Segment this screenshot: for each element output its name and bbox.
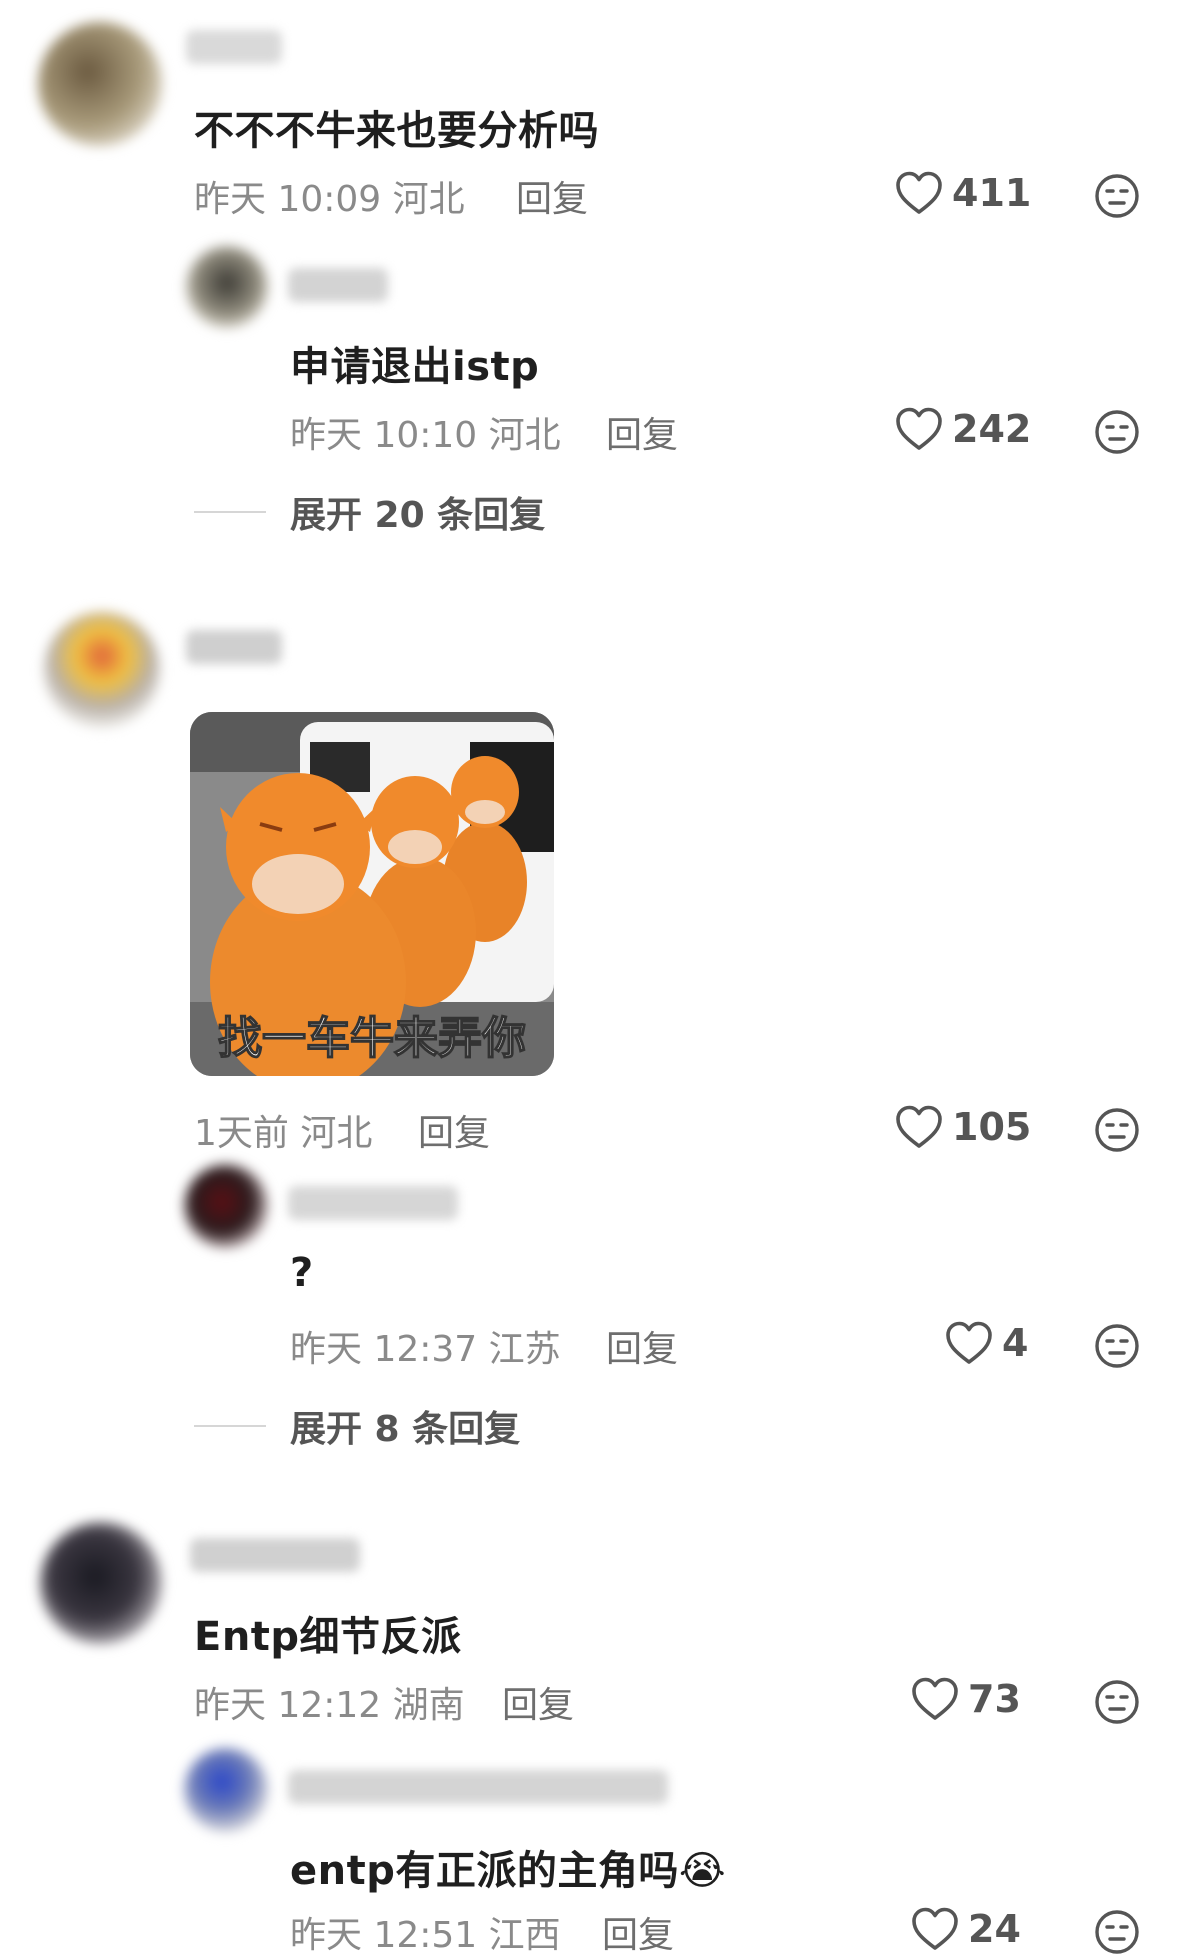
like-count: 4 (1002, 1321, 1029, 1365)
heart-outline-icon (912, 1677, 958, 1720)
expand-replies-button[interactable]: 展开 8 条回复 (194, 1400, 520, 1452)
avatar[interactable] (38, 22, 162, 146)
comment-text: 不不不牛来也要分析吗 (194, 108, 599, 154)
expand-replies-label: 展开 20 条回复 (290, 495, 546, 536)
like-count: 242 (952, 407, 1032, 451)
reply-text: entp有正派的主角吗😭 (290, 1838, 726, 1896)
like-count: 73 (968, 1677, 1021, 1721)
heart-outline-icon (896, 407, 942, 450)
meh-face-icon[interactable] (1093, 1106, 1141, 1154)
reply-button[interactable]: 回复 (516, 170, 588, 222)
sticker-image[interactable]: 找一车牛来弄你 (190, 712, 554, 1076)
reply-time: 昨天 12:51 (290, 1915, 478, 1956)
like-button[interactable]: 411 (894, 170, 1031, 216)
meh-face-icon[interactable] (1093, 1678, 1141, 1726)
like-count: 411 (952, 171, 1032, 215)
meh-face-icon[interactable] (1093, 1322, 1141, 1370)
reply-time: 昨天 12:37 (290, 1329, 478, 1370)
username[interactable] (186, 30, 282, 64)
meh-face-icon[interactable] (1093, 408, 1141, 456)
expand-replies-button[interactable]: 展开 20 条回复 (194, 486, 545, 538)
heart-outline-icon (912, 1907, 958, 1950)
comment-time: 昨天 10:09 (194, 179, 382, 220)
like-button[interactable]: 105 (894, 1104, 1031, 1150)
avatar[interactable] (184, 1164, 268, 1248)
divider (194, 511, 266, 513)
crying-emoji-icon: 😭 (678, 1848, 727, 1894)
comment-meta: 昨天 10:09 河北 (194, 170, 465, 222)
comment-text: Entp细节反派 (194, 1614, 462, 1660)
like-button[interactable]: 242 (894, 406, 1031, 452)
like-button[interactable]: 4 (944, 1320, 1028, 1366)
comment-meta: 昨天 12:12 湖南 (194, 1676, 465, 1728)
reply-time: 昨天 10:10 (290, 415, 478, 456)
reply-button[interactable]: 回复 (606, 1320, 678, 1372)
reply-meta: 昨天 12:51 江西 (290, 1906, 561, 1958)
reply-text: ? (290, 1250, 314, 1296)
comment-time: 昨天 12:12 (194, 1685, 382, 1726)
reply-meta: 昨天 12:37 江苏 (290, 1320, 561, 1372)
heart-outline-icon (896, 171, 942, 214)
comment-location: 湖南 (392, 1685, 465, 1726)
username[interactable] (186, 630, 282, 664)
heart-outline-icon (946, 1321, 992, 1364)
reply-location: 江苏 (488, 1329, 561, 1370)
reply-button[interactable]: 回复 (602, 1906, 674, 1958)
reply-button[interactable]: 回复 (606, 406, 678, 458)
expand-replies-label: 展开 8 条回复 (290, 1409, 521, 1450)
like-button[interactable]: 73 (910, 1676, 1021, 1722)
avatar[interactable] (44, 612, 160, 728)
username[interactable] (288, 1186, 458, 1220)
avatar[interactable] (184, 1748, 268, 1832)
reply-location: 江西 (488, 1915, 561, 1956)
reply-text-content: entp有正派的主角吗 (290, 1848, 679, 1894)
username[interactable] (288, 1770, 668, 1804)
reply-meta: 昨天 10:10 河北 (290, 406, 561, 458)
comment-meta: 1天前 河北 (194, 1104, 372, 1156)
meh-face-icon[interactable] (1093, 172, 1141, 220)
comment-location: 河北 (392, 179, 465, 220)
reply-text: 申请退出istp (290, 344, 540, 390)
like-count: 105 (952, 1105, 1032, 1149)
reply-button[interactable]: 回复 (502, 1676, 574, 1728)
divider (194, 1425, 266, 1427)
like-count: 24 (968, 1907, 1021, 1951)
avatar[interactable] (186, 246, 268, 328)
reply-button[interactable]: 回复 (418, 1104, 490, 1156)
meh-face-icon[interactable] (1093, 1908, 1141, 1956)
heart-outline-icon (896, 1105, 942, 1148)
username[interactable] (190, 1538, 360, 1572)
username[interactable] (288, 268, 388, 302)
like-button[interactable]: 24 (910, 1906, 1021, 1952)
avatar[interactable] (40, 1522, 162, 1644)
sticker-caption: 找一车牛来弄你 (217, 1012, 527, 1065)
reply-location: 河北 (488, 415, 561, 456)
comment-location: 河北 (300, 1113, 373, 1154)
comment-time: 1天前 (194, 1113, 289, 1154)
